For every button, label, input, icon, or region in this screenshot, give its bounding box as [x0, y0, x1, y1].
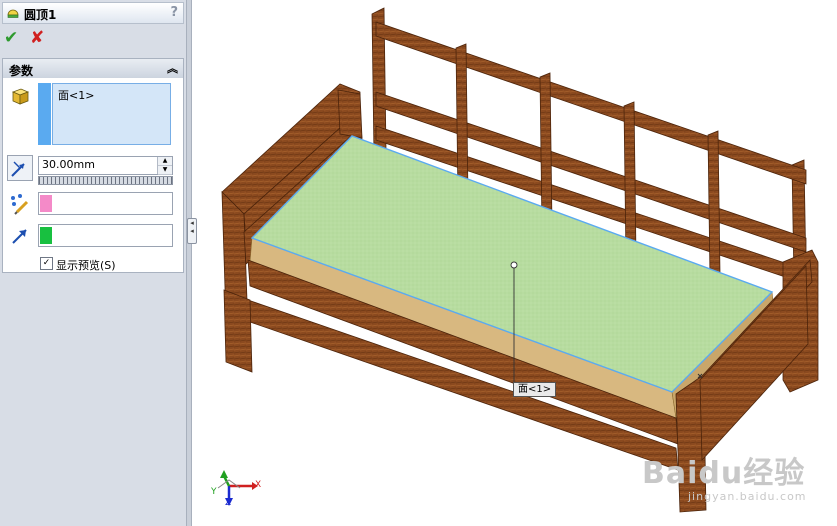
- feature-title: 圆顶1: [24, 8, 57, 22]
- selection-item[interactable]: 面<1>: [58, 87, 94, 103]
- distance-input[interactable]: [39, 157, 155, 172]
- direction-arrow-icon: [12, 229, 27, 244]
- spin-up-icon[interactable]: ▲: [158, 157, 172, 166]
- show-preview-checkbox[interactable]: ✓: [40, 257, 53, 270]
- spin-down-icon[interactable]: ▼: [158, 166, 172, 175]
- pink-color-swatch: [40, 195, 52, 212]
- selection-color-bar: [38, 83, 51, 145]
- cancel-button[interactable]: ✘: [30, 29, 48, 47]
- constraint-point-field[interactable]: [38, 192, 173, 215]
- parameters-section-title: 参数: [9, 64, 34, 78]
- distance-icon: [7, 155, 33, 181]
- collapse-chevron-icon[interactable]: ︽: [167, 60, 178, 76]
- help-button[interactable]: ?: [170, 5, 178, 20]
- green-color-swatch: [40, 227, 52, 244]
- constraint-point-icon: [11, 194, 29, 215]
- feature-titlebar: 圆顶1 ?: [2, 2, 184, 24]
- face-selection-list[interactable]: 面<1>: [52, 83, 171, 145]
- axis-triad: [217, 470, 258, 506]
- ok-button[interactable]: ✔: [4, 29, 22, 47]
- watermark-logo: Baidu经验: [642, 456, 806, 491]
- distance-field[interactable]: ▲ ▼: [38, 156, 173, 175]
- axis-y-label: Y: [211, 487, 217, 497]
- face-callout-label[interactable]: 面<1>: [513, 382, 557, 397]
- property-manager-panel: 圆顶1 ? ✔ ✘ 参数 ︽ 面<1> ▲ ▼: [0, 0, 187, 526]
- watermark-url: jingyan.baidu.com: [688, 490, 807, 503]
- parameters-section-header[interactable]: 参数 ︽: [2, 58, 184, 79]
- direction-field[interactable]: [38, 224, 173, 247]
- distance-thumbwheel[interactable]: [38, 176, 173, 185]
- axis-x-label: X: [255, 480, 262, 490]
- dome-feature-icon: [7, 9, 19, 18]
- show-preview-label: 显示预览(S): [56, 259, 116, 272]
- axis-z-label: Z: [225, 498, 232, 508]
- face-selection-icon: [11, 88, 30, 105]
- distance-spinner[interactable]: ▲ ▼: [157, 157, 172, 175]
